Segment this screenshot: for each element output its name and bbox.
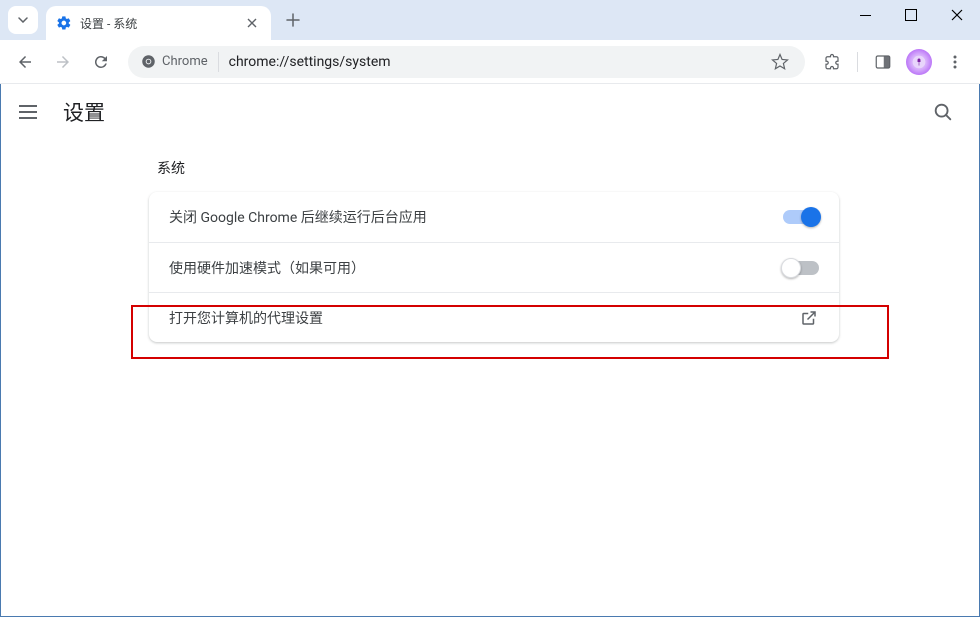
new-tab-button[interactable] bbox=[279, 6, 307, 34]
row-open-proxy-settings[interactable]: 打开您计算机的代理设置 bbox=[149, 292, 839, 342]
search-settings-button[interactable] bbox=[925, 94, 961, 130]
site-info-chip[interactable]: Chrome bbox=[140, 52, 219, 72]
window-close-button[interactable] bbox=[934, 0, 980, 30]
hamburger-menu-button[interactable] bbox=[19, 105, 43, 119]
minimize-button[interactable] bbox=[842, 0, 888, 30]
avatar-icon bbox=[906, 49, 932, 75]
browser-toolbar: Chrome chrome://settings/system bbox=[0, 40, 980, 84]
external-link-icon bbox=[799, 308, 819, 328]
chrome-icon bbox=[140, 54, 156, 70]
browser-tab-active[interactable]: 设置 - 系统 bbox=[46, 6, 271, 40]
window-controls bbox=[842, 0, 980, 40]
row-hardware-accel: 使用硬件加速模式（如果可用） bbox=[149, 242, 839, 292]
forward-button[interactable] bbox=[46, 45, 80, 79]
title-bar: 设置 - 系统 bbox=[0, 0, 980, 40]
row-label: 使用硬件加速模式（如果可用） bbox=[169, 258, 365, 278]
back-button[interactable] bbox=[8, 45, 42, 79]
tab-close-button[interactable] bbox=[243, 14, 261, 32]
url-text: chrome://settings/system bbox=[229, 54, 391, 70]
row-label: 打开您计算机的代理设置 bbox=[169, 308, 323, 328]
gear-icon bbox=[56, 15, 72, 31]
row-run-background-apps: 关闭 Google Chrome 后继续运行后台应用 bbox=[149, 192, 839, 242]
bookmark-star-button[interactable] bbox=[767, 49, 793, 75]
toggle-run-background-apps[interactable] bbox=[783, 210, 819, 224]
maximize-button[interactable] bbox=[888, 0, 934, 30]
page-title: 设置 bbox=[63, 97, 105, 127]
extensions-button[interactable] bbox=[815, 45, 849, 79]
side-panel-button[interactable] bbox=[866, 45, 900, 79]
address-bar[interactable]: Chrome chrome://settings/system bbox=[128, 46, 805, 78]
separator bbox=[857, 52, 858, 72]
chrome-menu-button[interactable] bbox=[938, 45, 972, 79]
tab-title: 设置 - 系统 bbox=[80, 15, 243, 32]
section-label: 系统 bbox=[157, 158, 979, 178]
toggle-hardware-accel[interactable] bbox=[783, 261, 819, 275]
settings-header: 设置 bbox=[1, 84, 979, 140]
page-content: 设置 系统 关闭 Google Chrome 后继续运行后台应用 使用硬件加速模… bbox=[0, 84, 980, 617]
tab-search-button[interactable] bbox=[8, 6, 38, 34]
profile-avatar-button[interactable] bbox=[902, 45, 936, 79]
chip-label: Chrome bbox=[162, 54, 208, 69]
row-label: 关闭 Google Chrome 后继续运行后台应用 bbox=[169, 207, 427, 227]
reload-button[interactable] bbox=[84, 45, 118, 79]
settings-card: 关闭 Google Chrome 后继续运行后台应用 使用硬件加速模式（如果可用… bbox=[149, 192, 839, 342]
